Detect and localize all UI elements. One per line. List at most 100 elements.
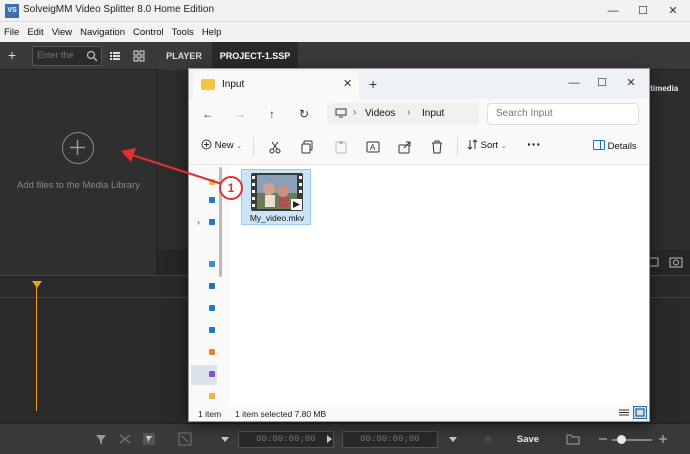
more-options-icon[interactable]: ··· (527, 136, 541, 152)
item-count: 1 item (198, 409, 222, 419)
explorer-tab-label: Input (222, 79, 245, 90)
file-list-area[interactable]: My_video.mkv (229, 165, 649, 405)
explorer-search (487, 103, 639, 125)
folder-icon[interactable] (566, 432, 580, 446)
breadcrumb-separator-icon: › (353, 107, 357, 118)
add-media-icon[interactable]: + (8, 47, 16, 63)
address-path[interactable]: › Videos › Input (327, 103, 479, 125)
explorer-close-button[interactable]: ✕ (619, 74, 643, 92)
menu-file[interactable]: File (0, 23, 23, 43)
folder-icon (201, 79, 215, 90)
forward-icon[interactable]: → (231, 105, 249, 123)
tab-project[interactable]: PROJECT-1.SSP (212, 42, 298, 70)
nav-item-icon[interactable] (209, 371, 215, 377)
large-icons-view-icon[interactable] (633, 406, 647, 419)
refresh-icon[interactable]: ↻ (295, 105, 313, 123)
list-view-icon[interactable] (106, 47, 124, 65)
explorer-tab-input[interactable]: Input ✕ (193, 71, 359, 99)
new-button[interactable]: New ⌄ (201, 139, 242, 155)
up-icon[interactable]: ↑ (263, 105, 281, 123)
maximize-button[interactable]: ☐ (628, 0, 658, 22)
app-title: SolveigMM Video Splitter 8.0 Home Editio… (23, 4, 215, 15)
nav-item-icon[interactable] (209, 393, 215, 399)
computer-icon (335, 108, 347, 118)
plus-icon (70, 140, 85, 155)
rename-icon[interactable]: A (365, 139, 381, 155)
back-icon[interactable]: ← (199, 105, 217, 123)
breadcrumb-input[interactable]: Input (422, 108, 444, 119)
sort-button[interactable]: Sort ⌄ (467, 139, 507, 151)
explorer-address-bar: ← → ↑ ↻ › Videos › Input (189, 99, 649, 129)
nav-item-icon[interactable] (209, 283, 215, 289)
menu-help[interactable]: Help (198, 23, 226, 43)
navigation-pane: › (189, 165, 229, 405)
explorer-search-input[interactable] (496, 108, 626, 119)
copy-icon[interactable] (299, 139, 315, 155)
details-view-icon[interactable] (617, 406, 631, 419)
share-icon[interactable] (397, 139, 413, 155)
grid-view-icon[interactable] (130, 47, 148, 65)
nav-item-icon[interactable] (209, 197, 215, 203)
reset-icon[interactable]: R (482, 432, 496, 446)
timecode-start[interactable]: 00:00:00;00 (238, 431, 334, 448)
menu-view[interactable]: View (48, 23, 76, 43)
mute-icon[interactable] (178, 432, 192, 446)
svg-text:A: A (370, 143, 376, 152)
nav-item-icon[interactable] (209, 261, 215, 267)
details-button-label: Details (607, 141, 637, 152)
zoom-slider-handle[interactable] (617, 435, 626, 444)
menu-navigation[interactable]: Navigation (76, 23, 129, 43)
prev-marker-icon[interactable] (218, 432, 232, 446)
expand-chevron-icon[interactable]: › (197, 217, 200, 227)
annotation-step-marker: 1 (219, 176, 243, 200)
nav-item-icon[interactable] (209, 327, 215, 333)
library-search-input[interactable] (37, 50, 81, 60)
new-tab-icon[interactable]: + (369, 76, 377, 92)
menu-bar: File Edit View Navigation Control Tools Help (0, 22, 690, 42)
add-files-button[interactable] (62, 132, 94, 164)
nav-item-icon[interactable] (209, 219, 215, 225)
explorer-maximize-button[interactable]: ☐ (590, 74, 614, 92)
explorer-minimize-button[interactable]: — (562, 74, 586, 92)
search-icon[interactable] (86, 50, 98, 62)
details-pane-icon (593, 140, 605, 150)
cut-icon[interactable] (267, 139, 283, 155)
minimize-button[interactable]: — (598, 0, 628, 22)
marker-icon[interactable] (142, 432, 156, 446)
save-button[interactable]: Save (508, 431, 548, 448)
menu-edit[interactable]: Edit (23, 23, 47, 43)
breadcrumb-videos[interactable]: Videos (365, 108, 395, 119)
command-divider (253, 137, 254, 157)
library-search (32, 46, 102, 66)
delete-icon[interactable] (429, 139, 445, 155)
new-button-label: New (214, 140, 234, 151)
nav-item-icon[interactable] (209, 349, 215, 355)
paste-icon[interactable] (333, 139, 349, 155)
snapshot-icon[interactable] (669, 255, 683, 268)
filter-icon[interactable] (94, 432, 108, 446)
file-name: My_video.mkv (249, 213, 305, 223)
selection-info: 1 item selected 7.80 MB (235, 409, 327, 419)
next-marker-icon[interactable] (446, 432, 460, 446)
playhead-handle[interactable] (32, 281, 42, 288)
zoom-in-icon[interactable] (656, 432, 670, 446)
zoom-out-icon[interactable] (596, 432, 610, 446)
cut-icon[interactable] (118, 432, 132, 446)
video-file-item[interactable]: My_video.mkv (241, 169, 311, 225)
playhead-line (36, 286, 37, 411)
annotation-step-number: 1 (227, 181, 235, 195)
close-button[interactable]: ✕ (658, 0, 688, 22)
start-next-icon[interactable] (322, 432, 336, 446)
timecode-end[interactable]: 00:00:00;00 (342, 431, 438, 448)
media-library-panel: Add files to the Media Library (0, 70, 157, 275)
tab-player[interactable]: PLAYER (158, 42, 210, 70)
nav-item-icon[interactable] (209, 179, 215, 185)
menu-tools[interactable]: Tools (168, 23, 198, 43)
details-button[interactable]: Details (593, 140, 637, 152)
menu-control[interactable]: Control (129, 23, 168, 43)
close-tab-icon[interactable]: ✕ (343, 77, 352, 90)
file-explorer-window: Input ✕ + — ☐ ✕ ← → ↑ ↻ › Videos › Input (188, 68, 650, 422)
nav-item-icon[interactable] (209, 305, 215, 311)
video-file-thumbnail-icon (251, 173, 303, 211)
title-bar: VS SolveigMM Video Splitter 8.0 Home Edi… (0, 0, 690, 22)
